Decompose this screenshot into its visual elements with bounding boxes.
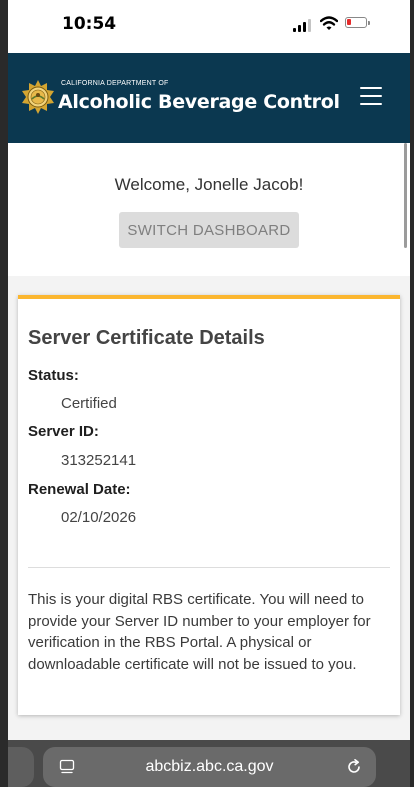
hamburger-menu-icon[interactable] xyxy=(360,87,384,107)
status-label: Status: xyxy=(28,367,79,384)
reload-icon[interactable] xyxy=(345,758,363,776)
certificate-description: This is your digital RBS certificate. Yo… xyxy=(28,591,371,673)
certificate-card: Server Certificate Details Status: Certi… xyxy=(18,295,400,715)
card-title: Server Certificate Details xyxy=(28,327,265,349)
previous-tab[interactable] xyxy=(8,747,34,787)
url-text[interactable]: abcbiz.abc.ca.gov xyxy=(43,758,376,776)
status-time: 10:54 xyxy=(62,14,117,34)
device-screen: 10:54 CALIFORNIA DEPARTMENT OF Alcoholic… xyxy=(8,0,410,787)
signal-icon xyxy=(293,18,313,32)
address-bar[interactable]: abcbiz.abc.ca.gov xyxy=(43,747,376,787)
status-bar: 10:54 xyxy=(8,0,410,53)
renewal-date-label: Renewal Date: xyxy=(28,481,131,498)
header-title[interactable]: Alcoholic Beverage Control xyxy=(58,91,340,113)
card-divider xyxy=(28,567,390,568)
server-id-label: Server ID: xyxy=(28,423,99,440)
page-content[interactable]: Welcome, Jonelle Jacob! SWITCH DASHBOARD… xyxy=(8,143,410,740)
battery-icon xyxy=(345,17,370,28)
switch-dashboard-button[interactable]: SWITCH DASHBOARD xyxy=(119,212,299,248)
server-id-value: 313252141 xyxy=(61,452,137,469)
status-value: Certified xyxy=(61,395,117,412)
welcome-message: Welcome, Jonelle Jacob! xyxy=(114,175,304,194)
renewal-date-value: 02/10/2026 xyxy=(61,509,137,526)
browser-toolbar: abcbiz.abc.ca.gov xyxy=(8,740,410,787)
scrollbar[interactable] xyxy=(404,143,407,248)
wifi-icon xyxy=(320,16,338,30)
state-seal-icon xyxy=(22,80,54,114)
site-header: CALIFORNIA DEPARTMENT OF Alcoholic Bever… xyxy=(8,53,410,143)
header-subtitle: CALIFORNIA DEPARTMENT OF xyxy=(61,80,169,87)
